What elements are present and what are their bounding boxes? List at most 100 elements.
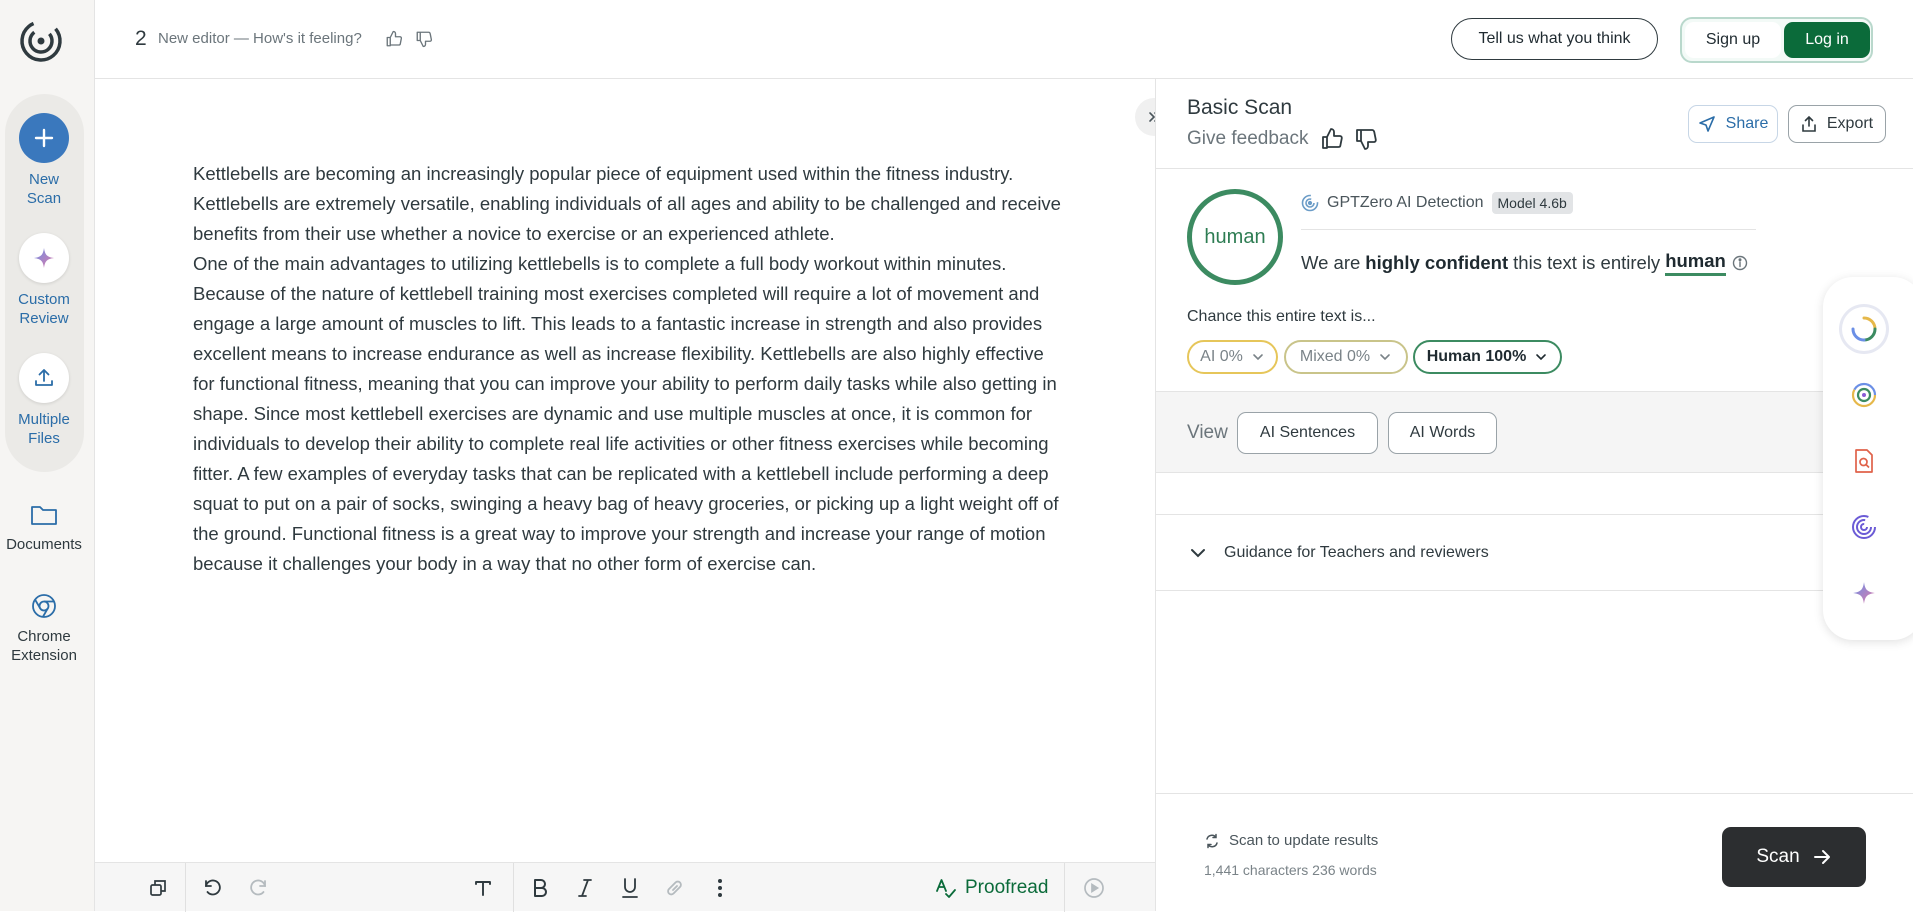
text-editor[interactable]: Kettlebells are becoming an increasingly… xyxy=(95,79,1155,862)
guidance-label: Guidance for Teachers and reviewers xyxy=(1224,543,1489,561)
log-in-button[interactable]: Log in xyxy=(1784,22,1870,58)
auth-button-group: Sign up Log in xyxy=(1680,17,1873,63)
redo-icon xyxy=(250,879,266,896)
scan-results-panel: Basic Scan Give feedback Share Export hu… xyxy=(1155,79,1913,911)
sidebar-item-documents[interactable]: Documents xyxy=(0,503,88,554)
ai-words-button[interactable]: AI Words xyxy=(1388,412,1497,454)
text-counts: 1,441 characters 236 words xyxy=(1204,862,1377,878)
undo-icon xyxy=(205,879,221,896)
panel-footer: Scan to update results 1,441 characters … xyxy=(1156,793,1913,911)
thumbs-down-icon[interactable] xyxy=(415,30,433,48)
refresh-icon xyxy=(1206,833,1218,848)
upload-icon xyxy=(19,353,69,403)
proofread-button[interactable]: Proofread xyxy=(935,873,1048,903)
view-label: View xyxy=(1187,422,1228,443)
chip-label: Mixed 0% xyxy=(1299,348,1371,365)
model-badge: Model 4.6b xyxy=(1491,192,1573,214)
play-button[interactable] xyxy=(1081,875,1107,901)
editor-paragraph: One of the main advantages to utilizing … xyxy=(193,253,1059,574)
scan-update-label: Scan to update results xyxy=(1229,832,1379,849)
vertical-dots-icon xyxy=(718,879,722,897)
detector-name: GPTZero AI Detection xyxy=(1327,194,1484,211)
text-style-button[interactable] xyxy=(470,875,496,901)
folder-icon xyxy=(31,506,57,525)
copy-button[interactable] xyxy=(145,875,171,901)
sidebar-item-new-scan[interactable]: New Scan xyxy=(0,113,88,208)
detector-row: GPTZero AI Detection Model 4.6b xyxy=(1301,192,1573,214)
plus-icon xyxy=(19,113,69,163)
sidebar-item-label: Multiple xyxy=(18,411,70,428)
gptzero-logo-icon[interactable] xyxy=(18,18,64,64)
left-sidebar: New Scan Custom Review Multiple Files Do… xyxy=(0,0,95,911)
ai-sentences-button[interactable]: AI Sentences xyxy=(1237,412,1378,454)
sidebar-item-chrome-extension[interactable]: Chrome Extension xyxy=(0,593,88,665)
editor-paragraph: Kettlebells are becoming an increasingly… xyxy=(193,163,1061,244)
more-options-button[interactable] xyxy=(707,875,733,901)
sidebar-item-label: Files xyxy=(28,430,60,447)
give-feedback-label: Give feedback xyxy=(1187,128,1309,149)
human-percentage-chip[interactable]: Human 100% xyxy=(1413,340,1562,374)
ai-assistant-tool[interactable] xyxy=(1842,571,1886,615)
export-label: Export xyxy=(1826,115,1874,132)
ai-detection-tool[interactable] xyxy=(1842,373,1886,417)
loading-ring-icon xyxy=(1851,316,1877,342)
tell-us-button[interactable]: Tell us what you think xyxy=(1451,18,1658,60)
gptzero-mini-icon xyxy=(1301,194,1319,212)
multicolor-target-icon xyxy=(1851,382,1877,408)
info-icon[interactable] xyxy=(1732,255,1748,271)
bold-button[interactable] xyxy=(527,875,553,901)
sidebar-item-multiple-files[interactable]: Multiple Files xyxy=(0,353,88,448)
confidence-level: highly confident xyxy=(1365,252,1509,273)
document-number: 2 xyxy=(135,27,147,50)
redo-button[interactable] xyxy=(246,875,272,901)
guidance-accordion[interactable]: Guidance for Teachers and reviewers xyxy=(1156,514,1913,591)
share-button[interactable]: Share xyxy=(1688,105,1778,143)
confidence-mid: this text is entirely xyxy=(1513,252,1661,273)
text-icon xyxy=(475,881,491,896)
thumbs-up-icon[interactable] xyxy=(385,30,403,48)
mixed-percentage-chip[interactable]: Mixed 0% xyxy=(1284,340,1408,374)
underline-button[interactable] xyxy=(617,875,643,901)
link-button[interactable] xyxy=(662,875,688,901)
sidebar-item-label: Extension xyxy=(11,647,77,664)
give-feedback-row: Give feedback xyxy=(1187,127,1378,151)
fingerprint-tool[interactable] xyxy=(1842,505,1886,549)
thumbs-down-icon[interactable] xyxy=(1354,127,1378,151)
spiral-icon xyxy=(1852,515,1876,539)
chip-label: Human 100% xyxy=(1426,348,1527,365)
sidebar-item-label: Documents xyxy=(6,536,82,553)
copy-icon xyxy=(150,880,166,896)
arrow-right-icon xyxy=(1813,850,1830,864)
scan-label: Scan xyxy=(1756,846,1800,867)
link-icon xyxy=(667,880,682,896)
sign-up-button[interactable]: Sign up xyxy=(1685,22,1781,58)
ai-percentage-chip[interactable]: AI 0% xyxy=(1187,340,1278,374)
scan-update-note: Scan to update results xyxy=(1204,832,1378,849)
send-icon xyxy=(1698,116,1715,132)
sparkle-icon xyxy=(19,233,69,283)
proofread-label: Proofread xyxy=(965,877,1049,898)
scan-progress-tool[interactable] xyxy=(1842,307,1886,351)
editor-content[interactable]: Kettlebells are becoming an increasingly… xyxy=(193,159,1063,579)
italic-button[interactable] xyxy=(572,875,598,901)
panel-title: Basic Scan xyxy=(1187,96,1293,119)
chevron-down-icon xyxy=(1380,354,1390,361)
sidebar-item-label: Custom xyxy=(18,291,70,308)
chevron-down-icon xyxy=(1253,354,1263,361)
editor-toolbar: Proofread xyxy=(95,862,1155,912)
sidebar-item-custom-review[interactable]: Custom Review xyxy=(0,233,88,328)
confidence-result: human xyxy=(1665,250,1726,276)
spellcheck-icon xyxy=(936,879,956,898)
export-button[interactable]: Export xyxy=(1788,105,1886,143)
plagiarism-tool[interactable] xyxy=(1842,439,1886,483)
chevron-down-icon xyxy=(1536,354,1547,361)
undo-button[interactable] xyxy=(199,875,225,901)
underline-icon xyxy=(622,878,638,898)
view-mode-bar: View AI Sentences AI Words xyxy=(1156,391,1913,473)
share-label: Share xyxy=(1725,115,1769,132)
panel-header: Basic Scan Give feedback Share Export xyxy=(1156,79,1913,169)
sidebar-item-label: Chrome xyxy=(17,628,71,645)
scan-button[interactable]: Scan xyxy=(1722,827,1866,887)
thumbs-up-icon[interactable] xyxy=(1320,127,1344,151)
bold-icon xyxy=(534,879,547,897)
